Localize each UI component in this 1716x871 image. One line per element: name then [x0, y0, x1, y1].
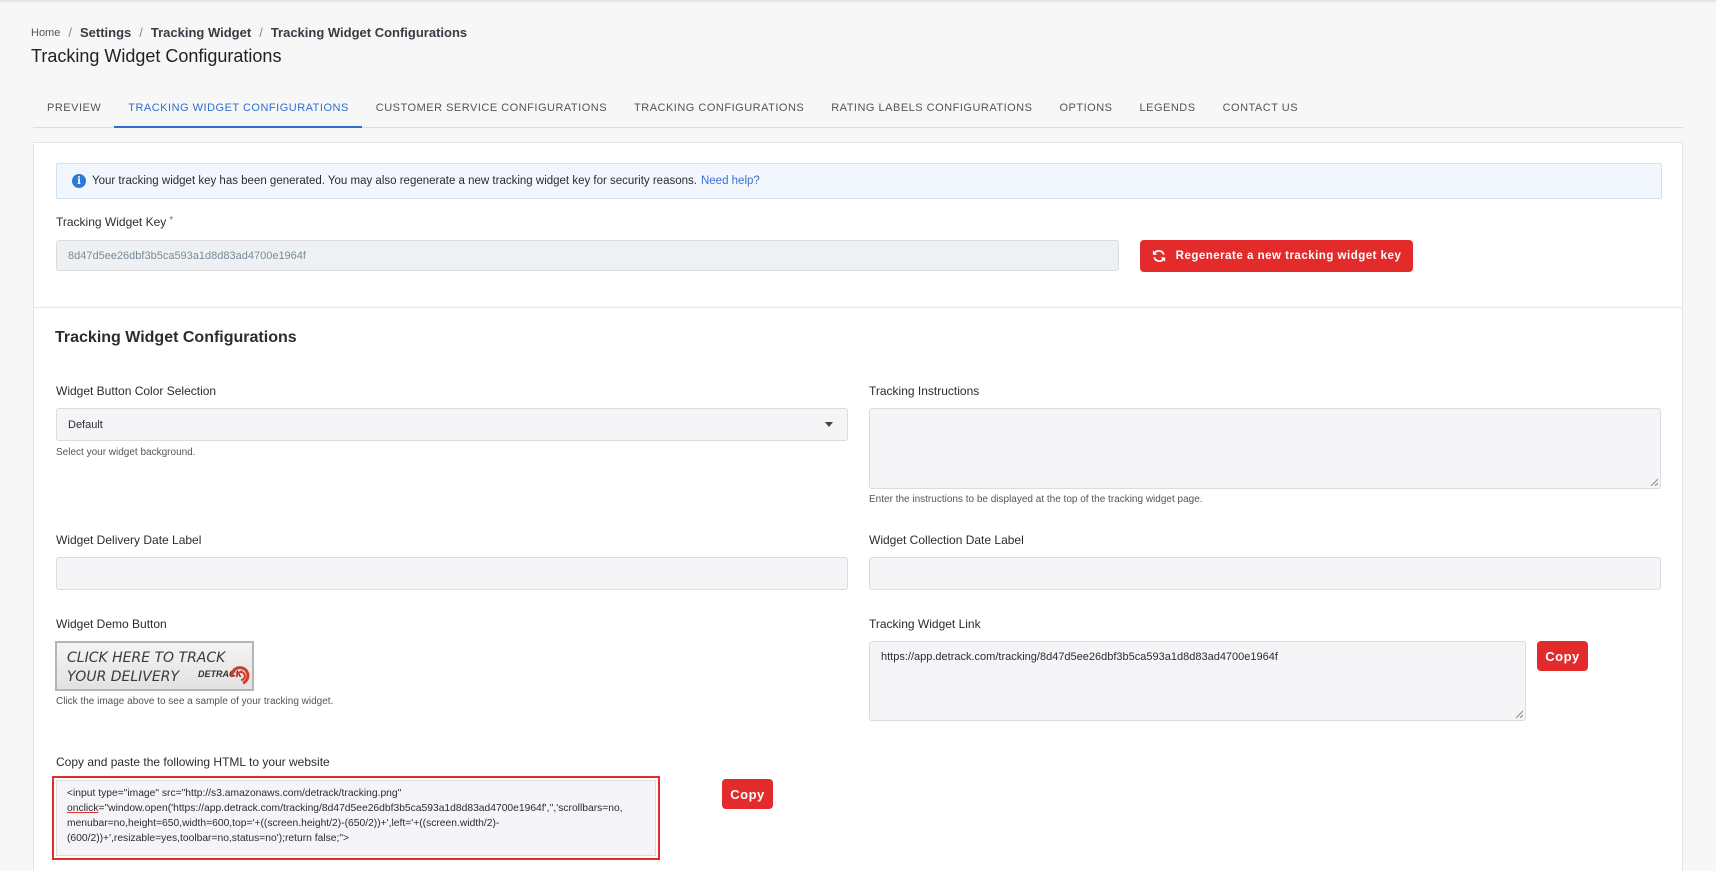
color-selection-value: Default	[68, 418, 103, 431]
collection-date-label: Widget Collection Date Label	[869, 533, 1024, 547]
breadcrumb-home[interactable]: Home	[31, 27, 60, 39]
breadcrumb-separator: /	[139, 25, 143, 40]
tab-bar: PREVIEW TRACKING WIDGET CONFIGURATIONS C…	[33, 94, 1683, 128]
tab-tracking-configurations[interactable]: TRACKING CONFIGURATIONS	[620, 94, 817, 128]
info-message: Your tracking widget key has been genera…	[92, 175, 697, 187]
section-divider	[34, 307, 1682, 308]
info-alert: i Your tracking widget key has been gene…	[56, 163, 1662, 199]
key-label-text: Tracking Widget Key	[56, 215, 167, 229]
info-icon: i	[72, 174, 86, 188]
demo-button-line1: CLICK HERE TO TRACK	[67, 650, 226, 666]
section-title: Tracking Widget Configurations	[55, 329, 297, 346]
breadcrumb-settings[interactable]: Settings	[80, 25, 131, 40]
widget-link-label: Tracking Widget Link	[869, 617, 981, 631]
breadcrumb-separator: /	[68, 25, 72, 40]
widget-demo-button[interactable]: CLICK HERE TO TRACK YOUR DELIVERY DETRAC…	[55, 641, 254, 691]
copy-html-button[interactable]: Copy	[722, 779, 773, 809]
tab-customer-service-configurations[interactable]: CUSTOMER SERVICE CONFIGURATIONS	[362, 94, 620, 128]
demo-button-help: Click the image above to see a sample of…	[56, 696, 334, 707]
snippet-part2: ="window.open('https://app.detrack.com/t…	[67, 803, 623, 844]
tab-contact-us[interactable]: CONTACT US	[1209, 94, 1312, 128]
instructions-help: Enter the instructions to be displayed a…	[869, 494, 1203, 505]
collection-date-input[interactable]	[869, 557, 1661, 590]
tracking-widget-key-field[interactable]: 8d47d5ee26dbf3b5ca593a1d8d83ad4700e1964f	[56, 240, 1119, 271]
detrack-swirl-icon	[230, 666, 250, 685]
delivery-date-input[interactable]	[56, 557, 848, 590]
snippet-onclick: onclick	[67, 803, 99, 814]
color-selection-dropdown[interactable]: Default	[56, 408, 848, 441]
copy-link-button[interactable]: Copy	[1537, 641, 1588, 671]
tab-preview[interactable]: PREVIEW	[33, 94, 114, 128]
color-selection-label: Widget Button Color Selection	[56, 384, 217, 398]
instructions-textarea[interactable]	[869, 408, 1661, 489]
breadcrumb-tracking-widget[interactable]: Tracking Widget	[151, 25, 251, 40]
tab-legends[interactable]: LEGENDS	[1125, 94, 1208, 128]
html-snippet-textarea[interactable]: <input type="image" src="http://s3.amazo…	[56, 780, 656, 856]
color-selection-help: Select your widget background.	[56, 447, 196, 458]
required-mark: *	[169, 215, 174, 226]
top-border	[0, 0, 1716, 2]
demo-button-text: CLICK HERE TO TRACK YOUR DELIVERY	[67, 649, 225, 687]
html-snippet-highlight: <input type="image" src="http://s3.amazo…	[52, 776, 660, 860]
snippet-part1: <input type="image" src="http://s3.amazo…	[67, 788, 402, 799]
chevron-down-icon	[825, 422, 833, 427]
delivery-date-label: Widget Delivery Date Label	[56, 533, 202, 547]
configuration-card: i Your tracking widget key has been gene…	[33, 142, 1683, 871]
html-snippet-label: Copy and paste the following HTML to you…	[56, 755, 330, 769]
breadcrumb: Home / Settings / Tracking Widget / Trac…	[31, 25, 467, 40]
breadcrumb-current: Tracking Widget Configurations	[270, 25, 468, 40]
breadcrumb-separator: /	[259, 25, 263, 40]
resize-handle-icon[interactable]	[1515, 710, 1523, 718]
instructions-label: Tracking Instructions	[869, 384, 980, 398]
need-help-link[interactable]: Need help?	[701, 175, 760, 187]
page-title: Tracking Widget Configurations	[31, 46, 282, 66]
tab-options[interactable]: OPTIONS	[1045, 94, 1125, 128]
regenerate-key-button[interactable]: Regenerate a new tracking widget key	[1140, 240, 1413, 272]
resize-handle-icon[interactable]	[1650, 478, 1658, 486]
demo-button-label: Widget Demo Button	[56, 617, 167, 631]
widget-link-value: https://app.detrack.com/tracking/8d47d5e…	[881, 651, 1278, 663]
tab-rating-labels-configurations[interactable]: RATING LABELS CONFIGURATIONS	[817, 94, 1045, 128]
key-label: Tracking Widget Key *	[56, 215, 173, 229]
regenerate-key-label: Regenerate a new tracking widget key	[1175, 250, 1402, 262]
widget-link-textarea[interactable]: https://app.detrack.com/tracking/8d47d5e…	[869, 641, 1526, 721]
tab-tracking-widget-configurations[interactable]: TRACKING WIDGET CONFIGURATIONS	[114, 94, 362, 128]
refresh-icon	[1152, 249, 1165, 263]
